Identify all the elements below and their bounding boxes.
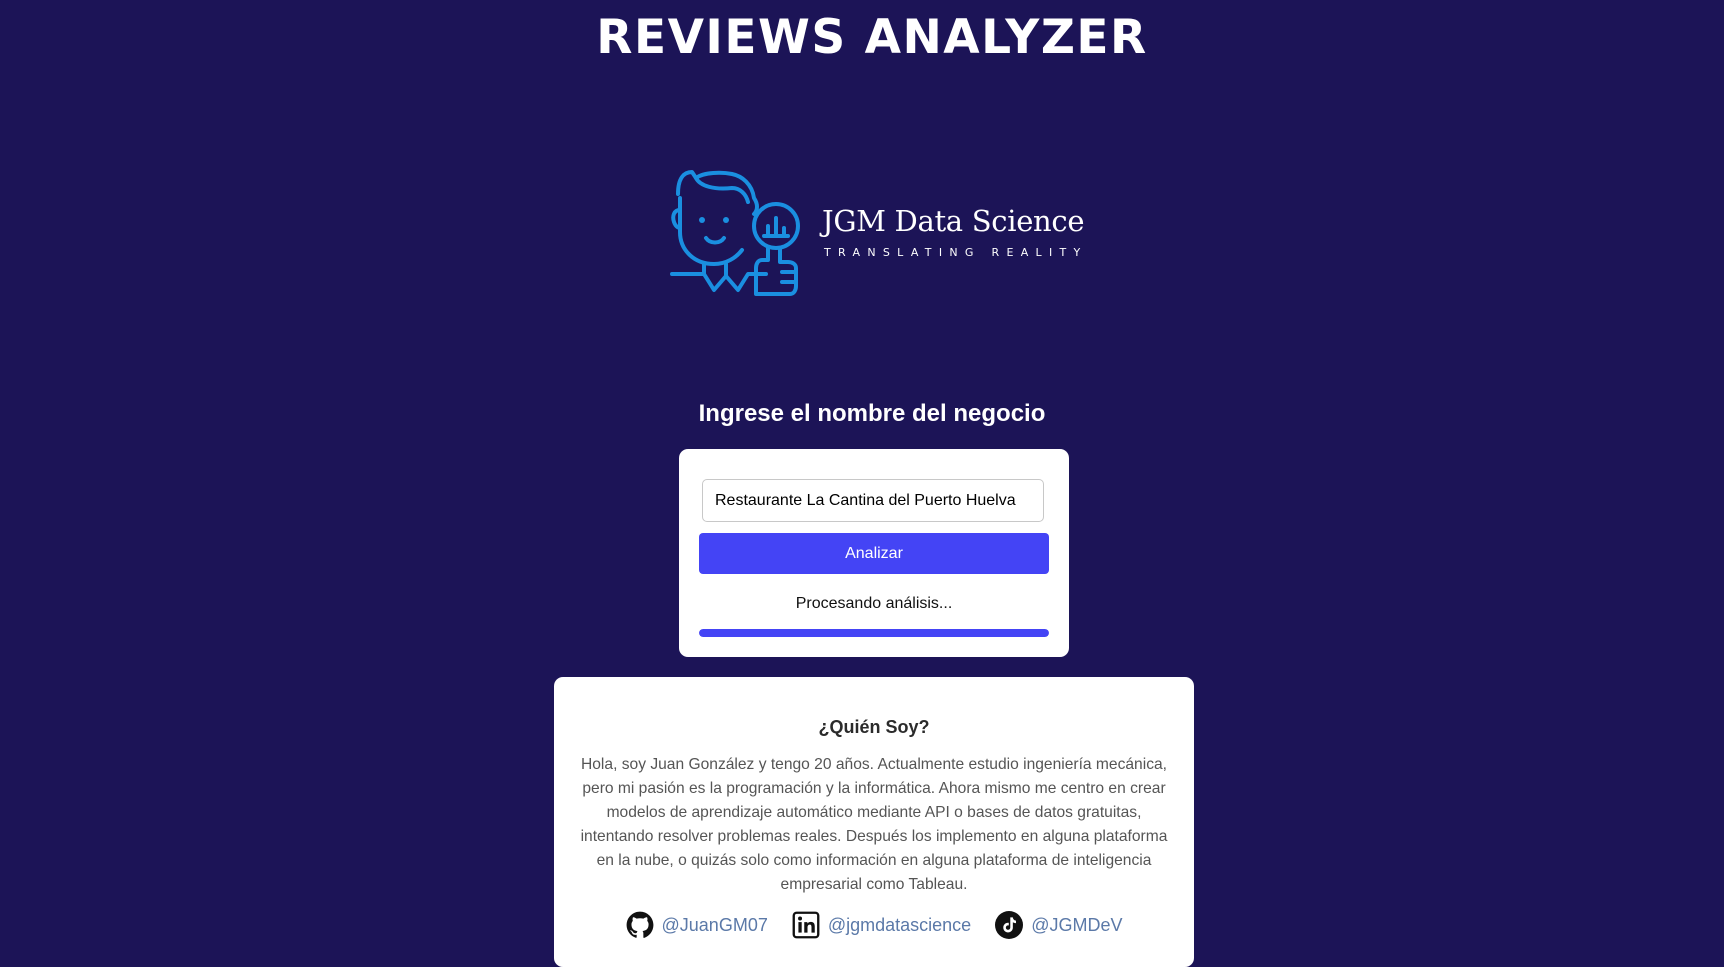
github-icon bbox=[626, 911, 653, 938]
github-link[interactable]: @JuanGM07 bbox=[626, 911, 768, 939]
logo: JGM Data Science TRANSLATING REALITY bbox=[670, 168, 1090, 300]
linkedin-handle: @jgmdatascience bbox=[827, 914, 972, 935]
about-title: ¿Quién Soy? bbox=[818, 717, 930, 737]
progress-bar bbox=[699, 629, 1049, 637]
social-links: @JuanGM07 @jgmdatascience @JGMDeV bbox=[554, 911, 1194, 939]
analyze-button[interactable]: Analizar bbox=[699, 533, 1049, 574]
logo-tagline: TRANSLATING REALITY bbox=[824, 246, 1088, 259]
linkedin-icon bbox=[792, 911, 820, 939]
about-text: Hola, soy Juan González y tengo 20 años.… bbox=[580, 756, 1168, 893]
tiktok-icon bbox=[995, 911, 1024, 939]
tiktok-link[interactable]: @JGMDeV bbox=[995, 911, 1122, 939]
app-title: REVIEWS ANALYZER bbox=[596, 10, 1148, 65]
search-heading: Ingrese el nombre del negocio bbox=[698, 400, 1046, 427]
about-card: ¿Quién Soy? Hola, soy Juan González y te… bbox=[554, 677, 1194, 967]
logo-brand: JGM Data Science bbox=[822, 204, 1085, 238]
search-card: Analizar Procesando análisis... bbox=[679, 449, 1069, 657]
linkedin-link[interactable]: @jgmdatascience bbox=[792, 911, 971, 939]
business-name-input[interactable] bbox=[702, 479, 1044, 522]
progress-fill bbox=[699, 629, 1049, 637]
github-handle: @JuanGM07 bbox=[661, 914, 768, 935]
analyst-thumbs-up-icon bbox=[670, 170, 800, 296]
tiktok-handle: @JGMDeV bbox=[1031, 914, 1123, 935]
status-text: Procesando análisis... bbox=[795, 595, 953, 612]
